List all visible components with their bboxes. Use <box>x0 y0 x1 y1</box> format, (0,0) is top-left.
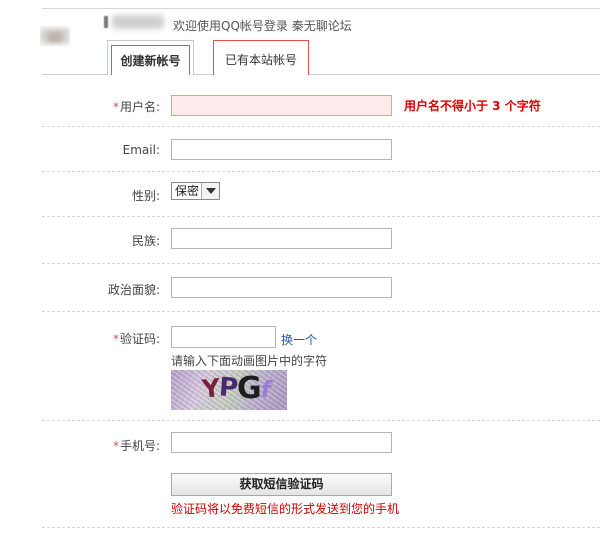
sms-note: 验证码将以免费短信的形式发送到您的手机 <box>171 502 400 516</box>
captcha-char: P <box>217 372 240 404</box>
phone-label: *手机号: <box>112 439 160 453</box>
row-divider <box>42 216 600 217</box>
tab-create-account-label: 创建新帐号 <box>120 54 181 68</box>
welcome-text: 欢迎使用QQ帐号登录 秦无聊论坛 <box>173 19 352 33</box>
row-divider <box>42 527 600 528</box>
gender-select[interactable]: 保密 <box>171 182 221 200</box>
tab-existing-account-label: 已有本站帐号 <box>224 53 297 67</box>
tab-existing-account[interactable]: 已有本站帐号 <box>213 40 309 75</box>
row-divider <box>42 311 600 312</box>
gender-label: 性别: <box>131 189 160 203</box>
row-divider <box>42 263 600 264</box>
political-status-label: 政治面貌: <box>107 283 160 297</box>
captcha-char: f <box>261 378 271 403</box>
email-input[interactable] <box>171 139 392 160</box>
ethnicity-label: 民族: <box>131 234 160 248</box>
tab-create-account[interactable]: 创建新帐号 <box>107 40 194 75</box>
row-divider <box>42 126 600 127</box>
username-label: *用户名: <box>112 100 160 114</box>
captcha-char: G <box>237 371 262 406</box>
row-divider <box>42 171 600 172</box>
political-status-input[interactable] <box>171 277 392 298</box>
user-nickname-blurred <box>104 12 166 32</box>
captcha-input[interactable] <box>171 326 276 348</box>
top-divider <box>42 8 600 9</box>
captcha-image: Y P G f <box>171 370 287 410</box>
user-avatar <box>40 26 70 46</box>
captcha-hint: 请输入下面动画图片中的字符 <box>171 354 328 368</box>
email-label: Email: <box>122 143 160 157</box>
phone-input[interactable] <box>171 432 392 453</box>
captcha-label: *验证码: <box>112 332 160 346</box>
gender-select-value: 保密 <box>175 184 200 198</box>
captcha-refresh-link[interactable]: 换一个 <box>281 331 317 348</box>
username-input[interactable] <box>171 95 392 116</box>
get-sms-code-button[interactable]: 获取短信验证码 <box>171 473 392 496</box>
row-divider <box>42 420 600 421</box>
username-error-message: 用户名不得小于 3 个字符 <box>404 99 541 113</box>
ethnicity-input[interactable] <box>171 228 392 249</box>
chevron-down-icon <box>201 183 220 199</box>
